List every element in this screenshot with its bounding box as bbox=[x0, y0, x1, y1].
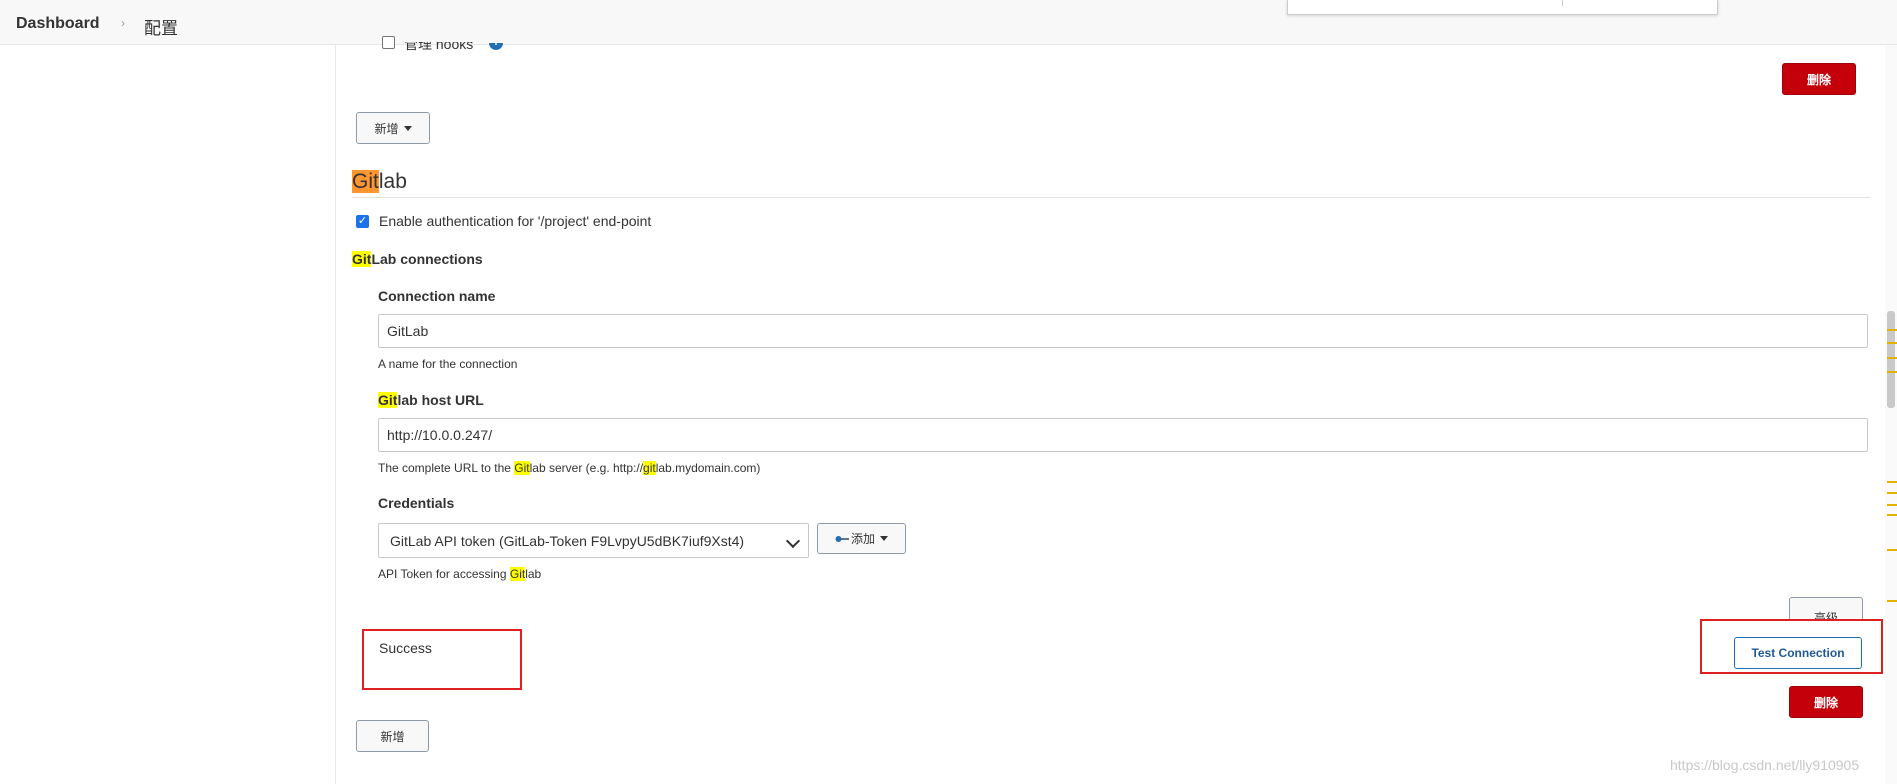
search-match-marker bbox=[1887, 514, 1897, 516]
search-match-marker bbox=[1887, 371, 1897, 373]
breadcrumb-dashboard[interactable]: Dashboard bbox=[16, 15, 100, 33]
search-highlight: Git bbox=[378, 392, 398, 408]
dropdown-popup bbox=[1287, 0, 1718, 15]
watermark: https://blog.csdn.net/lly910905 bbox=[1670, 757, 1860, 773]
add-credentials-label: 添加 bbox=[850, 532, 875, 546]
chevron-down-icon bbox=[785, 533, 801, 549]
gitlab-section-title: Gitlab bbox=[352, 170, 407, 194]
search-highlight: Git bbox=[352, 251, 372, 267]
help-text: lab bbox=[525, 567, 542, 581]
search-match-marker bbox=[1887, 329, 1897, 331]
section-title-text: lab bbox=[378, 170, 407, 193]
section-divider bbox=[352, 197, 1870, 198]
connection-name-input[interactable]: GitLab bbox=[378, 314, 1868, 348]
search-match-marker bbox=[1887, 342, 1897, 344]
help-text: API Token for accessing bbox=[378, 567, 510, 581]
add-dropdown-button-top[interactable]: 新增 bbox=[356, 112, 430, 144]
search-match-marker bbox=[1887, 504, 1897, 506]
breadcrumb-config: 配置 bbox=[144, 19, 178, 38]
delete-button-bottom[interactable]: 删除 bbox=[1789, 686, 1863, 718]
credentials-help: API Token for accessing Gitlab bbox=[378, 567, 541, 581]
credentials-label: Credentials bbox=[378, 495, 455, 511]
enable-auth-checkbox[interactable]: ✓ bbox=[356, 215, 369, 228]
caret-down-icon bbox=[880, 536, 888, 541]
host-url-help: The complete URL to the Gitlab server (e… bbox=[378, 461, 760, 475]
popup-divider bbox=[1562, 0, 1563, 6]
scrollbar-track[interactable] bbox=[1885, 45, 1897, 784]
gitlab-connections-heading: GitLab connections bbox=[352, 251, 483, 267]
search-highlight: git bbox=[643, 461, 656, 475]
search-highlight: Git bbox=[514, 461, 530, 475]
add-credentials-button[interactable]: 添加 bbox=[817, 523, 906, 554]
key-icon bbox=[835, 535, 849, 542]
enable-auth-label: Enable authentication for '/project' end… bbox=[379, 213, 652, 229]
breadcrumb-separator-icon: › bbox=[121, 16, 125, 30]
search-match-marker bbox=[1887, 481, 1897, 483]
help-text: lab server (e.g. http:// bbox=[529, 461, 644, 475]
connection-name-value: GitLab bbox=[387, 323, 429, 339]
search-highlight-current: Git bbox=[352, 170, 379, 193]
search-match-marker bbox=[1887, 600, 1897, 602]
annotation-box-status bbox=[362, 629, 522, 690]
scrollbar-thumb[interactable] bbox=[1887, 311, 1895, 408]
search-match-marker bbox=[1887, 357, 1897, 359]
host-url-label: Gitlab host URL bbox=[378, 392, 484, 408]
help-text: lab.mydomain.com) bbox=[655, 461, 761, 475]
test-connection-button[interactable]: Test Connection bbox=[1734, 637, 1862, 669]
add-label: 新增 bbox=[374, 121, 399, 136]
credentials-select[interactable]: GitLab API token (GitLab-Token F9LvpyU5d… bbox=[378, 523, 809, 558]
connection-name-help: A name for the connection bbox=[378, 357, 518, 371]
connection-name-label: Connection name bbox=[378, 288, 496, 304]
search-match-marker bbox=[1887, 549, 1897, 551]
manage-hooks-checkbox[interactable] bbox=[382, 36, 395, 49]
add-button-bottom[interactable]: 新增 bbox=[356, 720, 429, 752]
delete-button-top[interactable]: 删除 bbox=[1782, 63, 1856, 95]
caret-down-icon bbox=[403, 125, 412, 131]
help-text: The complete URL to the bbox=[378, 461, 515, 475]
credentials-selected-value: GitLab API token (GitLab-Token F9LvpyU5d… bbox=[390, 532, 745, 549]
connections-heading-text: Lab connections bbox=[371, 251, 483, 267]
host-url-label-text: lab host URL bbox=[397, 392, 484, 408]
search-highlight: Git bbox=[509, 567, 526, 581]
search-match-marker bbox=[1887, 492, 1897, 494]
host-url-input[interactable]: http://10.0.0.247/ bbox=[378, 418, 1868, 452]
side-panel-divider bbox=[335, 45, 336, 784]
host-url-value: http://10.0.0.247/ bbox=[387, 427, 493, 443]
